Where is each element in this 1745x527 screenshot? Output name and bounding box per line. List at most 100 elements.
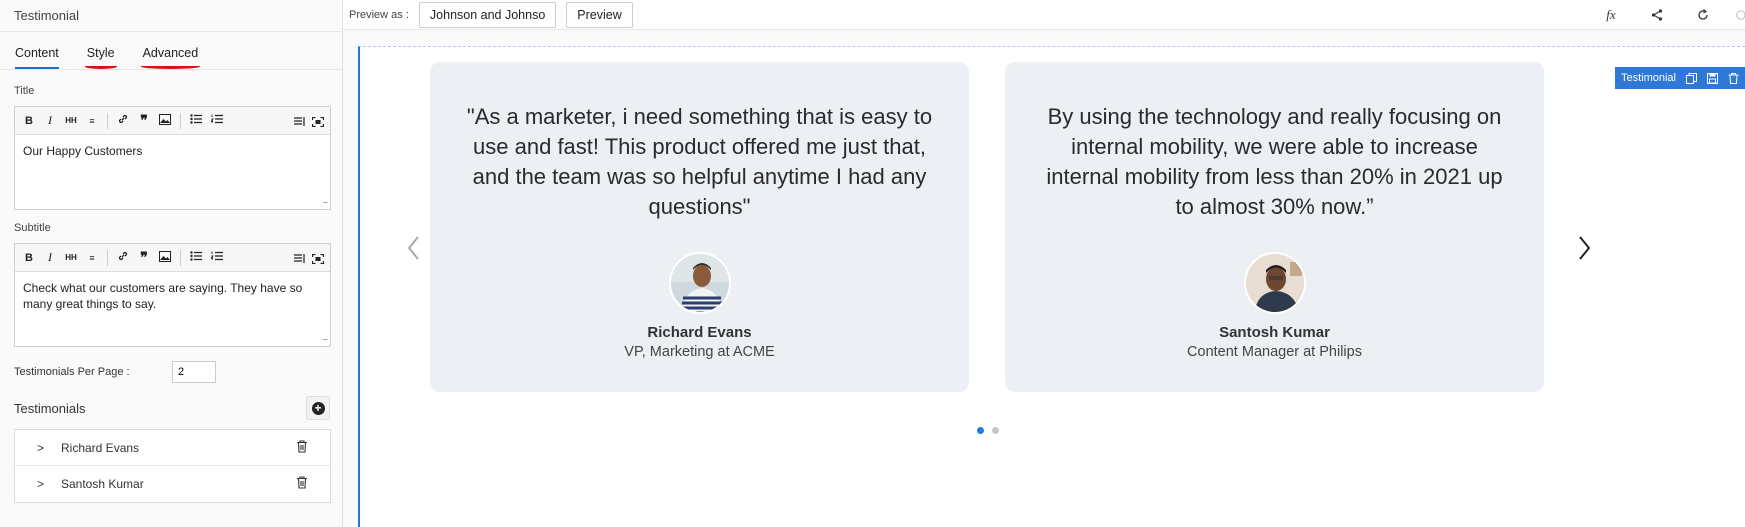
italic-icon[interactable]: I	[44, 113, 56, 128]
toolbar-divider	[107, 112, 108, 129]
red-annotation-mark	[140, 64, 201, 69]
numbered-list-icon[interactable]	[210, 251, 223, 264]
source-icon[interactable]	[294, 251, 306, 269]
bold-icon[interactable]: B	[23, 252, 35, 264]
toolbar-divider	[180, 112, 181, 129]
image-icon[interactable]	[159, 250, 171, 265]
list-item-name: Santosh Kumar	[61, 477, 144, 491]
numbered-list-icon[interactable]	[210, 114, 223, 127]
pagination-dot[interactable]	[977, 427, 984, 434]
per-page-input[interactable]	[172, 361, 216, 383]
preview-button[interactable]: Preview	[566, 1, 633, 28]
list-item[interactable]: > Santosh Kumar	[15, 466, 330, 502]
tab-content[interactable]: Content	[15, 46, 59, 69]
top-actions: fx	[1573, 0, 1745, 30]
panel-tabs: Content Style Advanced	[0, 32, 342, 70]
panel-title: Testimonial	[0, 0, 342, 32]
subtitle-editor: B I HH ≡ ❞ Check what our customers are …	[14, 243, 331, 347]
heading-icon[interactable]: HH	[65, 253, 77, 262]
share-icon[interactable]	[1649, 7, 1665, 23]
testimonials-label: Testimonials	[14, 400, 86, 416]
red-annotation-mark	[84, 64, 117, 69]
copy-icon[interactable]	[1686, 72, 1697, 84]
format-icon[interactable]: ≡	[86, 253, 98, 263]
more-icon[interactable]	[1735, 7, 1745, 23]
testimonial-quote: By using the technology and really focus…	[1046, 104, 1503, 219]
bold-icon[interactable]: B	[23, 115, 35, 127]
toolbar-right	[294, 251, 325, 269]
function-icon[interactable]: fx	[1603, 7, 1619, 23]
editor-canvas: Testimonial "As a marketer, i need somet…	[343, 30, 1745, 527]
tab-content-label: Content	[15, 46, 59, 60]
testimonial-name: Santosh Kumar	[1219, 324, 1330, 341]
fullscreen-icon[interactable]	[311, 114, 325, 132]
widget-toolbar: Testimonial	[1614, 67, 1745, 89]
testimonial-quote: "As a marketer, i need something that is…	[466, 104, 933, 219]
title-editor: B I HH ≡ ❞ Our Happy Customers ...	[14, 106, 331, 210]
per-page-row: Testimonials Per Page :	[14, 360, 342, 384]
tab-style[interactable]: Style	[84, 46, 117, 69]
per-page-label: Testimonials Per Page :	[14, 366, 130, 378]
title-text-area[interactable]: Our Happy Customers ...	[15, 135, 330, 209]
subtitle-value: Check what our customers are saying. The…	[23, 281, 303, 311]
list-item[interactable]: > Richard Evans	[15, 430, 330, 466]
resize-handle[interactable]: ...	[322, 192, 327, 208]
toolbar-divider	[107, 249, 108, 266]
toolbar-right	[294, 114, 325, 132]
bullet-list-icon[interactable]	[190, 114, 202, 127]
widget-badge-label: Testimonial	[1620, 72, 1676, 84]
tab-advanced-label: Advanced	[142, 46, 199, 60]
testimonial-widget[interactable]: Testimonial "As a marketer, i need somet…	[358, 46, 1745, 527]
pagination-dot[interactable]	[992, 427, 999, 434]
resize-handle[interactable]: ...	[322, 329, 327, 345]
prev-arrow[interactable]	[405, 235, 423, 261]
list-item-name: Richard Evans	[61, 440, 140, 455]
source-icon[interactable]	[294, 114, 306, 132]
testimonial-card: By using the technology and really focus…	[1005, 62, 1544, 392]
testimonials-header: Testimonials +	[14, 395, 330, 421]
testimonial-role: VP, Marketing at ACME	[624, 344, 775, 360]
title-label: Title	[14, 85, 35, 97]
chevron-right-icon: >	[37, 477, 45, 491]
editor-toolbar: B I HH ≡ ❞	[15, 244, 330, 272]
tab-advanced[interactable]: Advanced	[140, 46, 201, 69]
quote-icon[interactable]: ❞	[138, 249, 150, 266]
link-icon[interactable]	[117, 250, 129, 265]
plus-circle-icon: +	[311, 401, 325, 415]
chevron-right-icon	[1579, 236, 1591, 260]
italic-icon[interactable]: I	[44, 250, 56, 265]
top-bar: Preview as : Johnson and Johnso Preview …	[343, 0, 1745, 30]
tab-style-label: Style	[86, 46, 115, 60]
toolbar-divider	[180, 249, 181, 266]
add-testimonial-button[interactable]: +	[306, 396, 330, 420]
format-icon[interactable]: ≡	[86, 116, 98, 126]
bullet-list-icon[interactable]	[190, 251, 202, 264]
refresh-icon[interactable]	[1695, 7, 1711, 23]
editor-toolbar: B I HH ≡ ❞	[15, 107, 330, 135]
testimonial-card: "As a marketer, i need something that is…	[430, 62, 969, 392]
settings-panel: Testimonial Content Style Advanced Title…	[0, 0, 343, 527]
link-icon[interactable]	[117, 113, 129, 128]
preview-as-select[interactable]: Johnson and Johnso	[418, 1, 557, 28]
subtitle-text-area[interactable]: Check what our customers are saying. The…	[15, 272, 330, 346]
testimonial-name: Richard Evans	[647, 324, 752, 341]
image-icon[interactable]	[159, 113, 171, 128]
trash-icon[interactable]	[296, 440, 310, 456]
chevron-left-icon	[407, 236, 419, 260]
fullscreen-icon[interactable]	[311, 251, 325, 269]
delete-icon[interactable]	[1728, 72, 1739, 84]
next-arrow[interactable]	[1575, 235, 1593, 261]
quote-icon[interactable]: ❞	[138, 112, 150, 129]
trash-icon[interactable]	[296, 476, 310, 492]
heading-icon[interactable]: HH	[65, 116, 77, 125]
chevron-right-icon: >	[37, 440, 45, 455]
pagination-dots	[977, 427, 999, 434]
preview-as-label: Preview as :	[349, 8, 409, 21]
avatar	[668, 252, 731, 314]
save-icon[interactable]	[1707, 72, 1718, 84]
testimonial-role: Content Manager at Philips	[1187, 344, 1362, 360]
title-value: Our Happy Customers	[23, 144, 143, 158]
avatar	[1243, 252, 1306, 314]
testimonials-list: > Richard Evans > Santosh Kumar	[14, 429, 331, 503]
subtitle-label: Subtitle	[14, 222, 51, 234]
